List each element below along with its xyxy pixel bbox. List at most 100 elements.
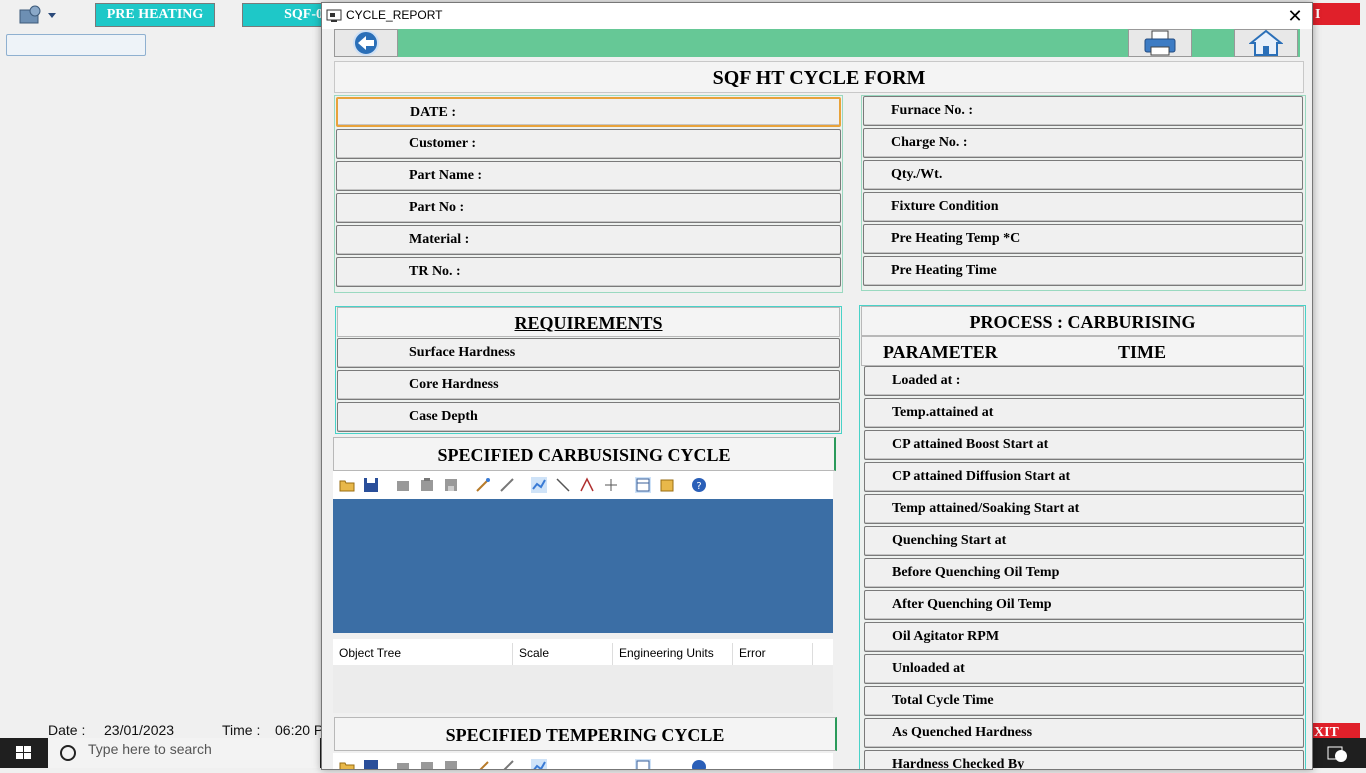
part-no-field[interactable]: Part No : <box>336 193 841 223</box>
after-quench-oil-temp-field[interactable]: After Quenching Oil Temp <box>864 590 1304 620</box>
soaking-start-label: Temp attained/Soaking Start at <box>892 501 1080 516</box>
status-date-label: Date : <box>48 722 86 738</box>
grid-col-object-tree[interactable]: Object Tree <box>339 646 401 660</box>
zoom-tool-icon[interactable] <box>555 477 571 493</box>
unloaded-at-field[interactable]: Unloaded at <box>864 654 1304 684</box>
help-icon[interactable]: ? <box>691 477 707 493</box>
time-column-label: TIME <box>1118 342 1167 362</box>
start-button[interactable] <box>0 738 48 768</box>
furnace-no-field[interactable]: Furnace No. : <box>863 96 1303 126</box>
status-time-value: 06:20 P <box>275 722 324 738</box>
carb-grid-body <box>333 665 833 713</box>
hardness-checked-by-label: Hardness Checked By <box>892 757 1025 770</box>
oil-agitator-rpm-field[interactable]: Oil Agitator RPM <box>864 622 1304 652</box>
pre-heating-temp-label: Pre Heating Temp *C <box>891 231 1021 246</box>
cp-diffusion-field[interactable]: CP attained Diffusion Start at <box>864 462 1304 492</box>
material-label: Material : <box>409 232 470 247</box>
open-folder-icon[interactable] <box>339 477 355 493</box>
pen-icon[interactable] <box>499 759 515 770</box>
cycle-report-dialog: CYCLE_REPORT ✕ SQF HT CYCLE FORM DATE : … <box>321 2 1313 770</box>
tr-no-label: TR No. : <box>409 264 461 279</box>
loaded-at-field[interactable]: Loaded at : <box>864 366 1304 396</box>
background-input[interactable] <box>6 34 146 56</box>
table-view-icon[interactable] <box>635 477 651 493</box>
print-button[interactable] <box>1128 29 1192 57</box>
app-window-icon <box>326 9 342 22</box>
as-quenched-hardness-field[interactable]: As Quenched Hardness <box>864 718 1304 748</box>
soaking-start-field[interactable]: Temp attained/Soaking Start at <box>864 494 1304 524</box>
export-icon[interactable] <box>443 759 459 770</box>
pre-heating-time-label: Pre Heating Time <box>891 263 997 278</box>
select-tool-icon[interactable] <box>531 759 547 770</box>
sqf-tab[interactable]: SQF-0 <box>242 3 324 27</box>
before-quench-oil-temp-field[interactable]: Before Quenching Oil Temp <box>864 558 1304 588</box>
properties-icon[interactable] <box>659 477 675 493</box>
carb-chart-area[interactable] <box>333 499 833 633</box>
printer-icon <box>1144 30 1176 56</box>
pre-heating-tab[interactable]: PRE HEATING <box>95 3 215 27</box>
after-quench-oil-temp-label: After Quenching Oil Temp <box>892 597 1052 612</box>
temper-cycle-heading: SPECIFIED TEMPERING CYCLE <box>334 717 837 751</box>
copy-icon[interactable] <box>395 759 411 770</box>
right-tab-label: I <box>1315 7 1321 22</box>
axis-tool-icon[interactable] <box>579 477 595 493</box>
grid-divider <box>732 643 733 665</box>
part-name-field[interactable]: Part Name : <box>336 161 841 191</box>
tr-no-field[interactable]: TR No. : <box>336 257 841 287</box>
fixture-condition-field[interactable]: Fixture Condition <box>863 192 1303 222</box>
save-icon[interactable] <box>363 759 379 770</box>
select-tool-icon[interactable] <box>531 477 547 493</box>
grid-col-engineering-units[interactable]: Engineering Units <box>619 646 714 660</box>
grid-col-scale[interactable]: Scale <box>519 646 549 660</box>
close-button[interactable]: ✕ <box>1284 5 1306 27</box>
paste-icon[interactable] <box>419 477 435 493</box>
customer-label: Customer : <box>409 136 477 151</box>
process-heading: PROCESS : CARBURISING <box>861 306 1304 336</box>
home-button[interactable] <box>1234 29 1298 57</box>
wand-icon[interactable] <box>475 477 491 493</box>
grid-divider <box>512 643 513 665</box>
cp-boost-field[interactable]: CP attained Boost Start at <box>864 430 1304 460</box>
fixture-condition-label: Fixture Condition <box>891 199 999 214</box>
material-field[interactable]: Material : <box>336 225 841 255</box>
total-cycle-time-field[interactable]: Total Cycle Time <box>864 686 1304 716</box>
grid-col-error[interactable]: Error <box>739 646 766 660</box>
date-label: DATE : <box>410 105 457 120</box>
cursor-tool-icon[interactable] <box>603 477 619 493</box>
qty-wt-field[interactable]: Qty./Wt. <box>863 160 1303 190</box>
date-field[interactable]: DATE : <box>336 97 841 127</box>
temp-attained-field[interactable]: Temp.attained at <box>864 398 1304 428</box>
quenching-start-field[interactable]: Quenching Start at <box>864 526 1304 556</box>
dialog-titlebar: CYCLE_REPORT ✕ <box>322 3 1312 29</box>
case-depth-label: Case Depth <box>409 409 478 424</box>
hardness-checked-by-field[interactable]: Hardness Checked By <box>864 750 1304 770</box>
copy-icon[interactable] <box>395 477 411 493</box>
export-icon[interactable] <box>443 477 459 493</box>
core-hardness-field[interactable]: Core Hardness <box>337 370 840 400</box>
table-view-icon[interactable] <box>635 759 651 770</box>
save-icon[interactable] <box>363 477 379 493</box>
pen-icon[interactable] <box>499 477 515 493</box>
back-button[interactable] <box>334 29 398 57</box>
wand-icon[interactable] <box>475 759 491 770</box>
svg-text:?: ? <box>696 481 701 492</box>
customer-field[interactable]: Customer : <box>336 129 841 159</box>
notification-icon[interactable] <box>1326 744 1350 764</box>
charge-no-field[interactable]: Charge No. : <box>863 128 1303 158</box>
help-icon[interactable] <box>691 759 707 770</box>
pre-heating-temp-field[interactable]: Pre Heating Temp *C <box>863 224 1303 254</box>
carb-grid-header: Object Tree Scale Engineering Units Erro… <box>333 639 833 665</box>
grid-divider <box>812 643 813 665</box>
part-no-label: Part No : <box>409 200 465 215</box>
right-tab[interactable]: I <box>1310 3 1360 25</box>
taskbar-search-box[interactable]: Type here to search <box>48 738 320 768</box>
user-menu-icon[interactable] <box>18 4 58 26</box>
before-quench-oil-temp-label: Before Quenching Oil Temp <box>892 565 1060 580</box>
cp-diffusion-label: CP attained Diffusion Start at <box>892 469 1071 484</box>
loaded-at-label: Loaded at : <box>892 373 961 388</box>
surface-hardness-field[interactable]: Surface Hardness <box>337 338 840 368</box>
open-folder-icon[interactable] <box>339 759 355 770</box>
paste-icon[interactable] <box>419 759 435 770</box>
case-depth-field[interactable]: Case Depth <box>337 402 840 432</box>
pre-heating-time-field[interactable]: Pre Heating Time <box>863 256 1303 286</box>
